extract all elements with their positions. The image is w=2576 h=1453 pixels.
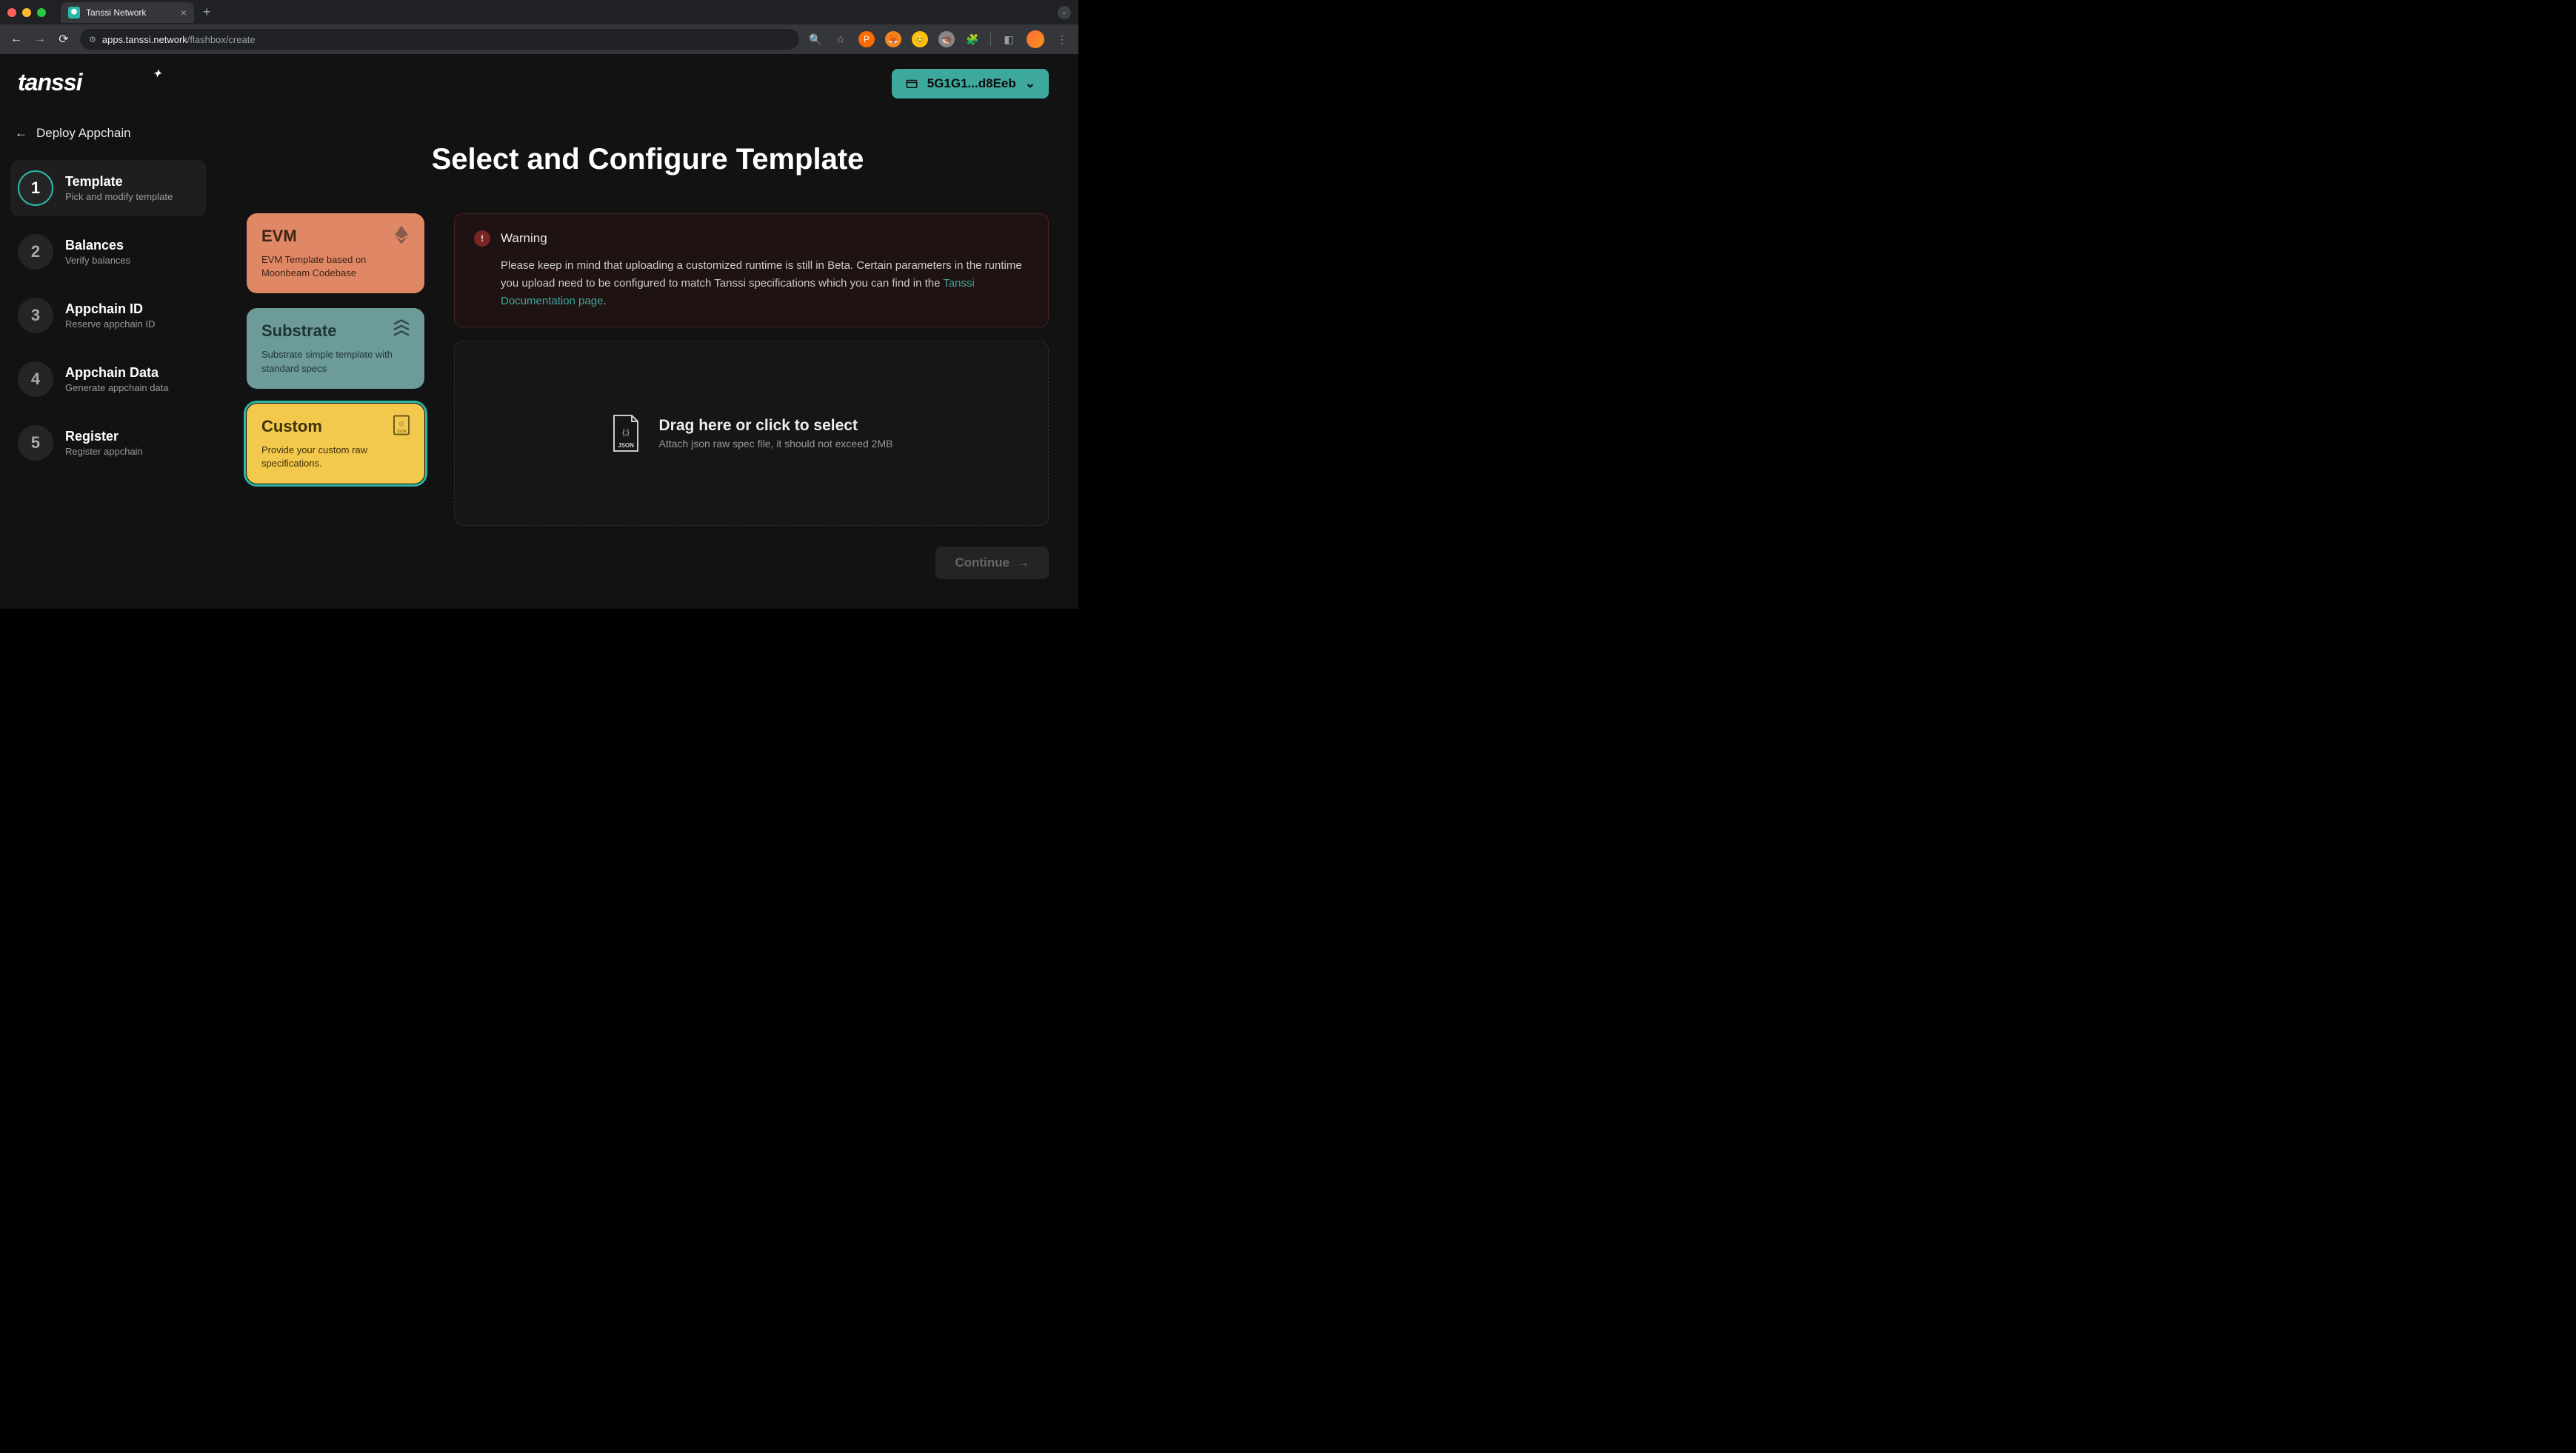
template-title: Substrate: [261, 321, 410, 341]
step-title: Appchain ID: [65, 301, 155, 317]
arrow-right-icon: →: [1017, 555, 1030, 570]
divider: [990, 33, 991, 46]
json-upload-icon: {;} JSON: [610, 414, 641, 452]
dropzone-title: Drag here or click to select: [659, 417, 893, 435]
bookmark-icon[interactable]: ☆: [833, 32, 848, 47]
step-number: 2: [18, 234, 53, 270]
url-domain: apps.tanssi.network: [102, 34, 187, 45]
window-controls: [7, 8, 46, 17]
template-desc: Provide your custom raw specifications.: [261, 444, 410, 470]
step-number: 3: [18, 298, 53, 333]
logo-text: tanssi: [18, 69, 81, 96]
step-number: 5: [18, 425, 53, 461]
sidebar: tanssi ✦ ← Deploy Appchain 1 Template Pi…: [0, 54, 217, 609]
app-root: tanssi ✦ ← Deploy Appchain 1 Template Pi…: [0, 54, 1078, 609]
step-balances[interactable]: 2 Balances Verify balances: [10, 224, 207, 280]
extension-icon-4[interactable]: 🦔: [938, 31, 955, 47]
step-appchain-id[interactable]: 3 Appchain ID Reserve appchain ID: [10, 287, 207, 344]
file-dropzone[interactable]: {;} JSON Drag here or click to select At…: [454, 341, 1049, 526]
substrate-icon: [390, 318, 413, 341]
template-desc: Substrate simple template with standard …: [261, 348, 410, 375]
warning-text-after: .: [603, 295, 606, 307]
back-button[interactable]: ←: [9, 33, 24, 46]
extension-icon-3[interactable]: 😊: [912, 31, 928, 47]
tab-title: Tanssi Network: [86, 7, 175, 18]
template-desc: EVM Template based on Moonbeam Codebase: [261, 253, 410, 280]
close-window[interactable]: [7, 8, 16, 17]
url-path: /flashbox/create: [187, 34, 256, 45]
arrow-left-icon: ←: [15, 126, 27, 141]
step-number: 4: [18, 361, 53, 397]
step-subtitle: Register appchain: [65, 446, 143, 457]
tab-favicon-icon: ⬢: [68, 7, 80, 19]
forward-button[interactable]: →: [33, 33, 47, 46]
minimize-window[interactable]: [22, 8, 31, 17]
svg-text:{;}: {;}: [399, 421, 404, 427]
maximize-window[interactable]: [37, 8, 46, 17]
template-title: Custom: [261, 417, 410, 436]
step-appchain-data[interactable]: 4 Appchain Data Generate appchain data: [10, 351, 207, 407]
site-info-icon[interactable]: ⚙: [89, 35, 96, 44]
extension-icon-2[interactable]: 🦊: [885, 31, 901, 47]
svg-text:JSON: JSON: [396, 430, 407, 434]
step-subtitle: Pick and modify template: [65, 191, 173, 202]
menu-icon[interactable]: ⋮: [1055, 32, 1070, 47]
close-tab-icon[interactable]: ×: [181, 7, 187, 19]
extension-icon-1[interactable]: P: [858, 31, 875, 47]
browser-toolbar: ← → ⟳ ⚙ apps.tanssi.network/flashbox/cre…: [0, 24, 1078, 54]
template-list: EVM EVM Template based on Moonbeam Codeb…: [247, 213, 424, 526]
profile-avatar[interactable]: [1027, 30, 1044, 48]
step-title: Register: [65, 429, 143, 444]
account-selector[interactable]: 5G1G1...d8Eeb ⌄: [892, 69, 1049, 98]
reload-button[interactable]: ⟳: [56, 32, 71, 47]
tabs-dropdown-icon[interactable]: ⌄: [1058, 6, 1071, 19]
warning-icon: !: [474, 230, 490, 247]
address-bar[interactable]: ⚙ apps.tanssi.network/flashbox/create: [80, 29, 799, 50]
account-address: 5G1G1...d8Eeb: [927, 76, 1016, 91]
back-label: Deploy Appchain: [36, 126, 131, 141]
continue-button[interactable]: Continue →: [935, 547, 1049, 579]
template-card-substrate[interactable]: Substrate Substrate simple template with…: [247, 308, 424, 388]
step-register[interactable]: 5 Register Register appchain: [10, 415, 207, 471]
svg-text:JSON: JSON: [618, 442, 634, 449]
wallet-icon: [905, 77, 918, 90]
step-title: Template: [65, 174, 173, 190]
browser-tab-bar: ⬢ Tanssi Network × + ⌄: [0, 0, 1078, 24]
zoom-icon[interactable]: 🔍: [808, 32, 823, 47]
step-title: Appchain Data: [65, 365, 169, 381]
step-subtitle: Verify balances: [65, 255, 130, 266]
chevron-down-icon: ⌄: [1025, 76, 1035, 91]
sidepanel-icon[interactable]: ◧: [1001, 32, 1016, 47]
warning-panel: ! Warning Please keep in mind that uploa…: [454, 213, 1049, 327]
template-card-evm[interactable]: EVM EVM Template based on Moonbeam Codeb…: [247, 213, 424, 293]
svg-text:{;}: {;}: [622, 429, 630, 437]
template-title: EVM: [261, 227, 410, 246]
step-number: 1: [18, 170, 53, 206]
warning-text: Please keep in mind that uploading a cus…: [474, 257, 1029, 310]
page-title: Select and Configure Template: [247, 143, 1049, 176]
back-link[interactable]: ← Deploy Appchain: [10, 118, 207, 160]
extensions-icon[interactable]: 🧩: [965, 32, 980, 47]
ethereum-icon: [390, 224, 413, 246]
logo[interactable]: tanssi ✦: [10, 69, 207, 118]
step-template[interactable]: 1 Template Pick and modify template: [10, 160, 207, 216]
continue-label: Continue: [955, 555, 1010, 570]
json-file-icon: {;} JSON: [390, 414, 413, 436]
main-content: 5G1G1...d8Eeb ⌄ Select and Configure Tem…: [217, 54, 1078, 609]
sparkle-icon: ✦: [153, 67, 161, 80]
step-subtitle: Reserve appchain ID: [65, 318, 155, 330]
step-title: Balances: [65, 238, 130, 253]
dropzone-subtitle: Attach json raw spec file, it should not…: [659, 438, 893, 450]
step-subtitle: Generate appchain data: [65, 382, 169, 393]
template-card-custom[interactable]: {;} JSON Custom Provide your custom raw s…: [247, 404, 424, 484]
browser-tab[interactable]: ⬢ Tanssi Network ×: [61, 2, 194, 23]
new-tab-button[interactable]: +: [203, 4, 211, 20]
warning-title: Warning: [501, 231, 547, 246]
